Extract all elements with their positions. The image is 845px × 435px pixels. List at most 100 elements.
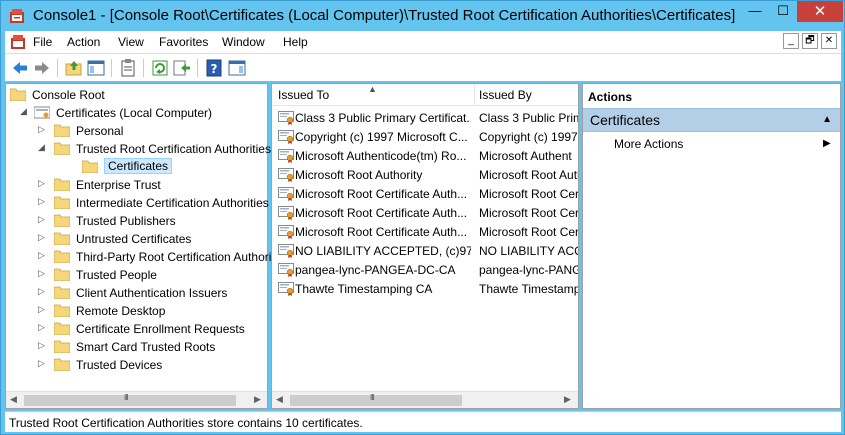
collapsed-arrow-icon[interactable]: ▷: [38, 340, 48, 351]
cell-issued-by: Microsoft Root Cer: [479, 187, 578, 201]
collapsed-arrow-icon[interactable]: ▷: [38, 304, 48, 315]
forward-icon[interactable]: [32, 58, 52, 78]
show-hide-tree-icon[interactable]: [86, 58, 106, 78]
cell-issued-to: Copyright (c) 1997 Microsoft C...: [295, 130, 468, 144]
console-tree-pane[interactable]: Console Root ◢ Certificates (Local Compu…: [5, 83, 290, 409]
cell-issued-by: Microsoft Authent: [479, 149, 572, 163]
menu-action[interactable]: Action: [67, 35, 100, 49]
scroll-left-icon[interactable]: ◀: [276, 394, 283, 405]
collapsed-arrow-icon[interactable]: ▷: [38, 124, 48, 135]
tree-item-certificates-local-computer[interactable]: ◢ Certificates (Local Computer): [10, 104, 260, 122]
back-icon[interactable]: [10, 58, 30, 78]
table-row[interactable]: pangea-lync-PANGEA-DC-CA pangea-lync-PANG: [272, 260, 578, 279]
tree-item[interactable]: ▷ Trusted Devices: [10, 356, 268, 374]
tree-item[interactable]: Certificates: [10, 158, 268, 176]
window-close-button[interactable]: ✕: [797, 1, 843, 22]
menu-file[interactable]: File: [33, 35, 52, 49]
table-row[interactable]: Microsoft Root Certificate Auth... Micros…: [272, 203, 578, 222]
submenu-arrow-icon[interactable]: ▶: [823, 138, 831, 149]
collapsed-arrow-icon[interactable]: ▷: [38, 178, 48, 189]
collapsed-arrow-icon[interactable]: ▷: [38, 268, 48, 279]
cell-issued-by: Microsoft Root Cer: [479, 206, 578, 220]
menu-window[interactable]: Window: [222, 35, 265, 49]
tree-item[interactable]: ▷ Third-Party Root Certification Authorit…: [10, 248, 290, 266]
collapsed-arrow-icon[interactable]: ▷: [38, 232, 48, 243]
column-divider[interactable]: [474, 84, 475, 106]
certificate-icon: [278, 130, 294, 144]
show-hide-action-pane-icon[interactable]: [227, 58, 247, 78]
table-row[interactable]: Microsoft Authenticode(tm) Ro... Microsof…: [272, 146, 578, 165]
scroll-right-icon[interactable]: ▶: [254, 394, 261, 405]
toolbar-separator: [111, 59, 112, 77]
scrollbar-thumb[interactable]: [290, 395, 462, 406]
expanded-arrow-icon[interactable]: ◢: [38, 142, 48, 153]
menu-favorites[interactable]: Favorites: [159, 35, 208, 49]
folder-icon: [54, 142, 70, 155]
collapsed-arrow-icon[interactable]: ▷: [38, 286, 48, 297]
tree-item[interactable]: ▷ Trusted Publishers: [10, 212, 268, 230]
menu-help[interactable]: Help: [283, 35, 308, 49]
refresh-icon[interactable]: [150, 58, 170, 78]
actions-section-certificates[interactable]: Certificates ▲: [583, 108, 840, 132]
tree-item[interactable]: ◢ Trusted Root Certification Authorities: [10, 140, 271, 158]
tree-item-console-root[interactable]: Console Root: [10, 86, 260, 104]
scroll-left-icon[interactable]: ◀: [10, 394, 17, 405]
column-issued-to[interactable]: Issued To: [278, 88, 329, 102]
tree-item[interactable]: ▷ Remote Desktop: [10, 302, 268, 320]
result-list-pane[interactable]: Issued To ▲ Issued By Class 3 Public Pri…: [271, 83, 579, 409]
tree-item[interactable]: ▷ Personal: [10, 122, 268, 140]
scroll-right-icon[interactable]: ▶: [564, 394, 571, 405]
help-icon[interactable]: ?: [204, 58, 224, 78]
console-menu-icon[interactable]: [10, 34, 26, 50]
tree-item-label: Certificates: [104, 158, 173, 174]
list-horizontal-scrollbar[interactable]: ◀ III ▶: [272, 391, 578, 408]
tree-item[interactable]: ▷ Smart Card Trusted Roots: [10, 338, 268, 356]
collapsed-arrow-icon[interactable]: ▷: [38, 250, 48, 261]
folder-icon: [54, 196, 70, 209]
list-header: Issued To ▲ Issued By: [272, 84, 578, 106]
mdi-restore-button[interactable]: 🗗: [802, 33, 818, 49]
table-row[interactable]: Copyright (c) 1997 Microsoft C... Copyrig…: [272, 127, 578, 146]
sort-ascending-icon: ▲: [368, 84, 377, 94]
table-row[interactable]: Microsoft Root Authority Microsoft Root A…: [272, 165, 578, 184]
tree-item[interactable]: ▷ Trusted People: [10, 266, 268, 284]
certificate-icon: [278, 187, 294, 201]
table-row[interactable]: Thawte Timestamping CA Thawte Timestamp: [272, 279, 578, 298]
tree-item[interactable]: ▷ Certificate Enrollment Requests: [10, 320, 268, 338]
certificate-icon: [278, 225, 294, 239]
more-actions-item[interactable]: More Actions: [614, 137, 683, 151]
window-minimize-button[interactable]: —: [741, 1, 769, 22]
table-row[interactable]: Microsoft Root Certificate Auth... Micros…: [272, 184, 578, 203]
tree-horizontal-scrollbar[interactable]: ◀ III ▶: [6, 391, 267, 408]
tree-item[interactable]: ▷ Enterprise Trust: [10, 176, 268, 194]
scroll-grip: III: [370, 393, 375, 402]
window-maximize-button[interactable]: ☐: [769, 1, 797, 22]
column-issued-by[interactable]: Issued By: [479, 88, 532, 102]
menu-view[interactable]: View: [118, 35, 144, 49]
folder-icon: [54, 214, 70, 227]
collapsed-arrow-icon[interactable]: ▷: [38, 322, 48, 333]
folder-icon: [82, 160, 98, 173]
scrollbar-thumb[interactable]: [24, 395, 236, 406]
table-row[interactable]: Microsoft Root Certificate Auth... Micros…: [272, 222, 578, 241]
collapsed-arrow-icon[interactable]: ▷: [38, 358, 48, 369]
properties-icon[interactable]: [118, 58, 138, 78]
tree-item[interactable]: ▷ Untrusted Certificates: [10, 230, 268, 248]
collapse-up-icon[interactable]: ▲: [822, 114, 832, 125]
tree-item[interactable]: ▷ Intermediate Certification Authorities: [10, 194, 269, 212]
export-list-icon[interactable]: [172, 58, 192, 78]
mdi-minimize-button[interactable]: _: [783, 33, 799, 49]
collapsed-arrow-icon[interactable]: ▷: [38, 214, 48, 225]
folder-icon: [54, 322, 70, 335]
up-folder-icon[interactable]: [64, 58, 84, 78]
tree-item-label: Trusted Devices: [76, 358, 163, 372]
mdi-close-button[interactable]: ✕: [821, 33, 837, 49]
close-icon: ✕: [813, 3, 827, 20]
certificate-icon: [278, 206, 294, 220]
collapsed-arrow-icon[interactable]: ▷: [38, 196, 48, 207]
tree-item[interactable]: ▷ Client Authentication Issuers: [10, 284, 268, 302]
title-bar[interactable]: Console1 - [Console Root\Certificates (L…: [1, 1, 844, 31]
expanded-arrow-icon[interactable]: ◢: [20, 106, 30, 117]
table-row[interactable]: NO LIABILITY ACCEPTED, (c)97 ... NO LIABI…: [272, 241, 578, 260]
table-row[interactable]: Class 3 Public Primary Certificat... Clas…: [272, 108, 578, 127]
